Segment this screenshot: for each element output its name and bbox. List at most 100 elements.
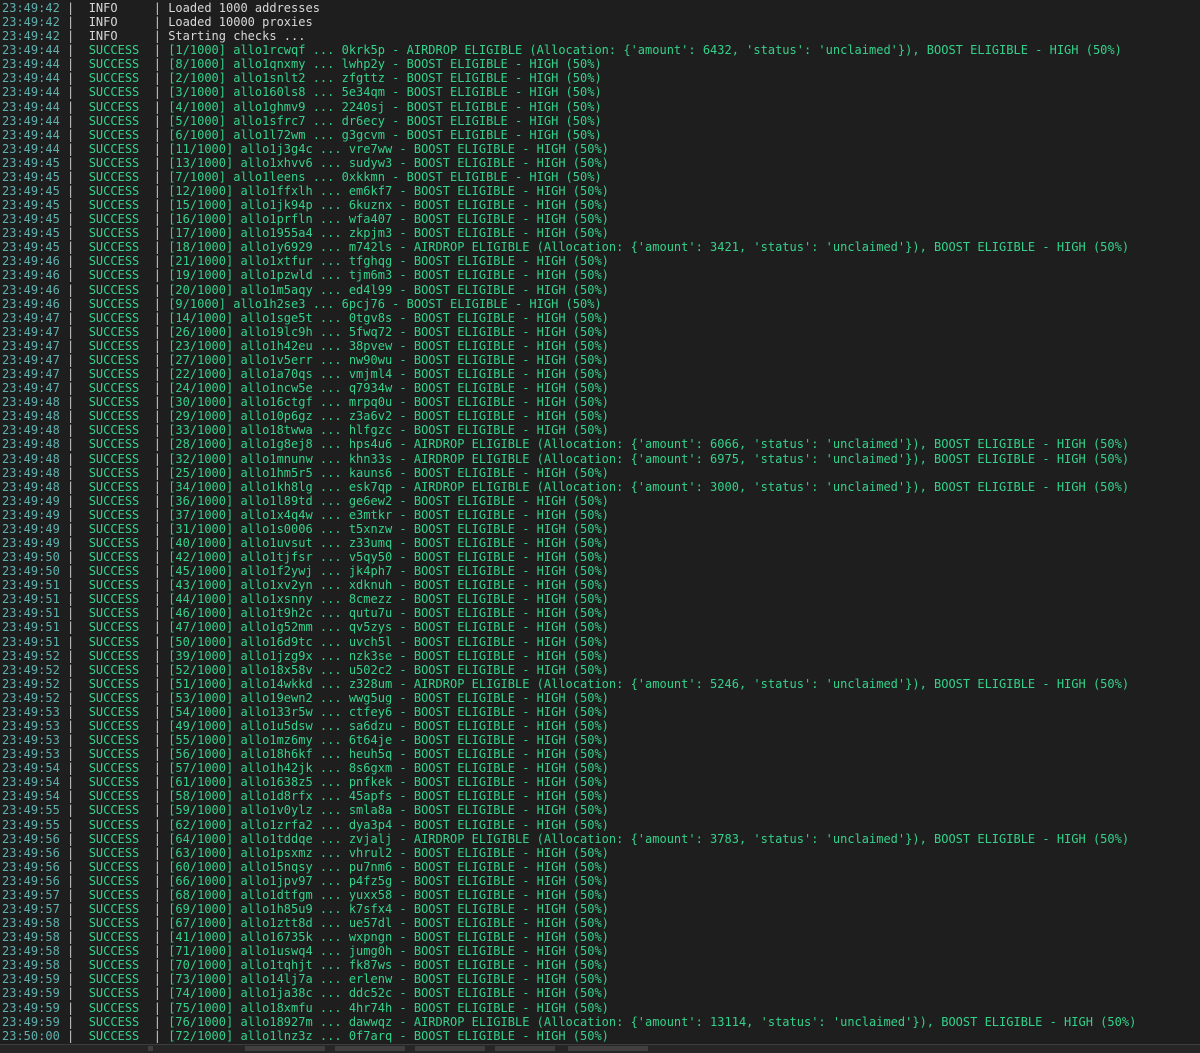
log-level: SUCCESS — [81, 282, 147, 297]
log-line: 23:49:55 | SUCCESS | [59/1000] allo1v0yl… — [0, 803, 1200, 817]
log-timestamp: 23:49:42 — [2, 29, 60, 44]
log-separator: | — [59, 521, 82, 536]
log-timestamp: 23:49:58 — [2, 930, 60, 945]
log-separator: | — [146, 507, 169, 522]
log-level: SUCCESS — [81, 916, 147, 931]
log-level: SUCCESS — [81, 296, 147, 311]
log-timestamp: 23:49:53 — [2, 718, 60, 733]
log-separator: | — [146, 324, 169, 339]
log-separator: | — [59, 437, 82, 452]
log-level: SUCCESS — [81, 676, 147, 691]
log-separator: | — [146, 564, 169, 579]
log-timestamp: 23:49:56 — [2, 873, 60, 888]
log-message: [72/1000] allo1lnz3z ... 0f7arq - BOOST … — [168, 1028, 609, 1043]
log-separator: | — [146, 592, 169, 607]
log-separator: | — [59, 493, 82, 508]
log-timestamp: 23:49:44 — [2, 127, 60, 142]
log-level: SUCCESS — [81, 169, 147, 184]
log-message: [14/1000] allo1sge5t ... 0tgv8s - BOOST … — [168, 310, 609, 325]
log-separator: | — [59, 282, 82, 297]
log-line: 23:49:49 | SUCCESS | [31/1000] allo1s000… — [0, 522, 1200, 536]
log-level: SUCCESS — [81, 451, 147, 466]
log-timestamp: 23:49:45 — [2, 212, 60, 227]
log-message: [58/1000] allo1d8rfx ... 45apfs - BOOST … — [168, 789, 609, 804]
log-line: 23:49:52 | SUCCESS | [52/1000] allo18x58… — [0, 663, 1200, 677]
log-timestamp: 23:49:56 — [2, 831, 60, 846]
log-timestamp: 23:49:42 — [2, 1, 60, 15]
log-message: [34/1000] allo1kh8lg ... esk7qp - AIRDRO… — [168, 479, 1130, 494]
log-message: [69/1000] allo1h85u9 ... k7sfx4 - BOOST … — [168, 902, 609, 916]
log-line: 23:49:44 | SUCCESS | [4/1000] allo1ghmv9… — [0, 100, 1200, 114]
log-message: [61/1000] allo1638z5 ... pnfkek - BOOST … — [168, 775, 609, 790]
log-separator: | — [146, 817, 169, 832]
log-separator: | — [146, 676, 169, 691]
log-separator: | — [59, 310, 82, 325]
log-separator: | — [146, 986, 169, 1001]
log-separator: | — [59, 1014, 82, 1029]
log-timestamp: 23:49:54 — [2, 761, 60, 776]
log-separator: | — [146, 451, 169, 466]
log-separator: | — [146, 155, 169, 170]
log-line: 23:49:48 | SUCCESS | [34/1000] allo1kh8l… — [0, 480, 1200, 494]
log-separator: | — [59, 620, 82, 635]
log-message: [11/1000] allo1j3g4c ... vre7ww - BOOST … — [168, 141, 609, 156]
log-timestamp: 23:49:47 — [2, 310, 60, 325]
log-level: SUCCESS — [81, 634, 147, 649]
log-message: [21/1000] allo1xtfur ... tfghqg - BOOST … — [168, 254, 609, 269]
log-timestamp: 23:49:44 — [2, 141, 60, 156]
log-level: SUCCESS — [81, 902, 147, 916]
log-line: 23:49:57 | SUCCESS | [69/1000] allo1h85u… — [0, 902, 1200, 916]
log-timestamp: 23:49:53 — [2, 747, 60, 762]
log-separator: | — [59, 972, 82, 987]
log-separator: | — [146, 113, 169, 128]
log-separator: | — [146, 198, 169, 213]
log-separator: | — [59, 873, 82, 888]
log-separator: | — [146, 479, 169, 494]
log-message: [47/1000] allo1g52mm ... qv5zys - BOOST … — [168, 620, 609, 635]
log-message: [30/1000] allo16ctgf ... mrpq0u - BOOST … — [168, 395, 609, 410]
log-level: SUCCESS — [81, 395, 147, 410]
log-timestamp: 23:49:45 — [2, 169, 60, 184]
log-level: SUCCESS — [81, 507, 147, 522]
log-level: SUCCESS — [81, 127, 147, 142]
log-line: 23:49:47 | SUCCESS | [27/1000] allo1v5er… — [0, 353, 1200, 367]
terminal-log[interactable]: 23:49:42 | INFO | Loaded 1000 addresses 2… — [0, 0, 1200, 1046]
log-separator: | — [146, 29, 169, 44]
log-level: SUCCESS — [81, 268, 147, 283]
log-separator: | — [59, 606, 82, 621]
log-separator: | — [146, 310, 169, 325]
log-separator: | — [146, 690, 169, 705]
log-separator: | — [59, 986, 82, 1001]
log-separator: | — [59, 690, 82, 705]
log-message: [75/1000] allo18xmfu ... 4hr74h - BOOST … — [168, 1000, 609, 1015]
log-level: INFO — [81, 15, 147, 30]
log-level: SUCCESS — [81, 803, 147, 818]
log-level: SUCCESS — [81, 409, 147, 424]
log-level: SUCCESS — [81, 887, 147, 902]
log-separator: | — [59, 296, 82, 311]
log-line: 23:49:51 | SUCCESS | [43/1000] allo1xv2y… — [0, 578, 1200, 592]
log-level: SUCCESS — [81, 831, 147, 846]
log-message: [25/1000] allo1hm5r5 ... kauns6 - BOOST … — [168, 465, 609, 480]
log-message: [52/1000] allo18x58v ... u502c2 - BOOST … — [168, 662, 609, 677]
log-separator: | — [146, 15, 169, 30]
log-line: 23:49:53 | SUCCESS | [49/1000] allo1u5ds… — [0, 719, 1200, 733]
log-line: 23:49:50 | SUCCESS | [42/1000] allo1tjfs… — [0, 550, 1200, 564]
log-separator: | — [59, 944, 82, 959]
log-line: 23:49:54 | SUCCESS | [61/1000] allo1638z… — [0, 775, 1200, 789]
log-message: [37/1000] allo1x4q4w ... e3mtkr - BOOST … — [168, 507, 609, 522]
log-level: SUCCESS — [81, 43, 147, 58]
log-separator: | — [146, 930, 169, 945]
log-level: SUCCESS — [81, 1000, 147, 1015]
log-timestamp: 23:49:47 — [2, 367, 60, 382]
log-separator: | — [59, 169, 82, 184]
log-level: SUCCESS — [81, 99, 147, 114]
log-level: SUCCESS — [81, 381, 147, 396]
log-separator: | — [59, 29, 82, 44]
log-line: 23:49:48 | SUCCESS | [32/1000] allo1mnun… — [0, 452, 1200, 466]
log-message: [67/1000] allo1ztt8d ... ue57dl - BOOST … — [168, 916, 609, 931]
log-line: 23:49:58 | SUCCESS | [70/1000] allo1tqhj… — [0, 958, 1200, 972]
log-separator: | — [59, 789, 82, 804]
log-timestamp: 23:49:49 — [2, 507, 60, 522]
log-message: [6/1000] allo1l72wm ... g3gcvm - BOOST E… — [168, 127, 602, 142]
